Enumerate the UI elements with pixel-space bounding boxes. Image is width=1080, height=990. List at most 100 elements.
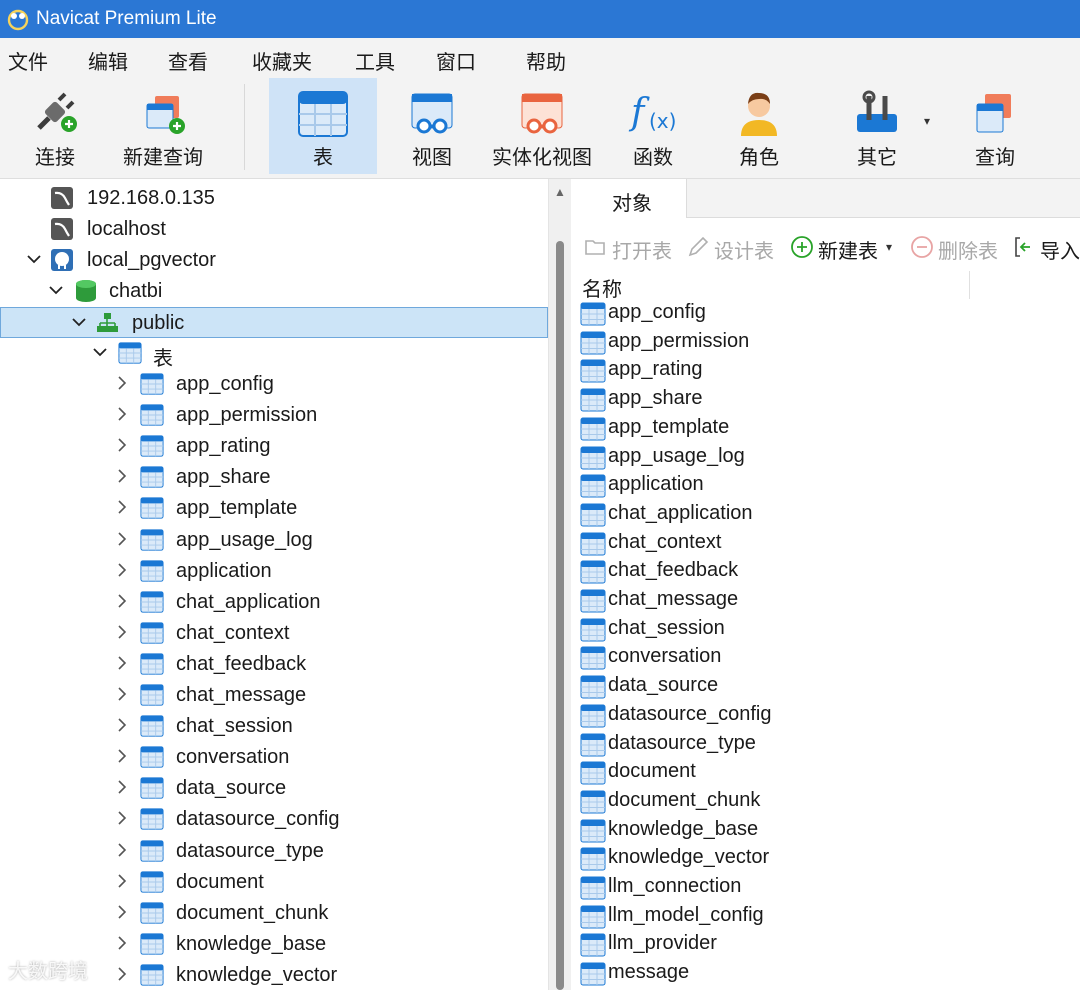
chevron-right-icon[interactable]: [114, 904, 130, 920]
tree-scrollbar[interactable]: ▲: [548, 179, 571, 990]
chevron-right-icon[interactable]: [114, 624, 130, 640]
column-header[interactable]: 名称: [576, 271, 1080, 301]
new-query-button[interactable]: 新建查询: [118, 78, 208, 174]
tree-table-item[interactable]: app_share: [0, 462, 548, 493]
design-table-button[interactable]: 设计表: [686, 233, 778, 263]
object-list-item[interactable]: knowledge_base: [576, 816, 1080, 845]
menu-help[interactable]: 帮助: [526, 46, 566, 75]
object-list-item[interactable]: chat_feedback: [576, 557, 1080, 586]
chevron-right-icon[interactable]: [114, 406, 130, 422]
tree-schema[interactable]: public: [0, 307, 548, 338]
menu-tools[interactable]: 工具: [355, 46, 395, 75]
chevron-right-icon[interactable]: [114, 779, 130, 795]
tree-table-item[interactable]: app_rating: [0, 431, 548, 462]
chevron-down-icon[interactable]: [92, 344, 108, 360]
chevron-right-icon[interactable]: [114, 531, 130, 547]
tree-table-item[interactable]: conversation: [0, 742, 548, 773]
object-list-item[interactable]: app_share: [576, 385, 1080, 414]
menu-file[interactable]: 文件: [8, 46, 48, 75]
chevron-down-icon[interactable]: [48, 282, 64, 298]
menu-favorites[interactable]: 收藏夹: [252, 46, 312, 75]
table-button[interactable]: 表: [269, 78, 377, 174]
chevron-right-icon[interactable]: [114, 375, 130, 391]
delete-table-button[interactable]: 删除表: [910, 233, 1002, 263]
object-list-item[interactable]: document_chunk: [576, 787, 1080, 816]
object-list-item[interactable]: app_permission: [576, 328, 1080, 357]
chevron-right-icon[interactable]: [114, 655, 130, 671]
chevron-right-icon[interactable]: [114, 966, 130, 982]
role-button[interactable]: 角色: [714, 78, 804, 174]
object-list-item[interactable]: datasource_config: [576, 701, 1080, 730]
scrollbar-thumb[interactable]: [556, 241, 564, 990]
new-table-dropdown-icon[interactable]: ▾: [886, 240, 892, 254]
chevron-right-icon[interactable]: [114, 593, 130, 609]
tree-table-item[interactable]: chat_application: [0, 587, 548, 618]
tree-table-item[interactable]: document: [0, 867, 548, 898]
tree-table-item[interactable]: chat_message: [0, 680, 548, 711]
scroll-up-icon[interactable]: ▲: [554, 185, 566, 199]
chevron-down-icon[interactable]: [26, 251, 42, 267]
chevron-right-icon[interactable]: [114, 562, 130, 578]
object-list-item[interactable]: conversation: [576, 643, 1080, 672]
chevron-right-icon[interactable]: [114, 748, 130, 764]
object-list-item[interactable]: app_usage_log: [576, 443, 1080, 472]
tree-connection[interactable]: local_pgvector: [0, 245, 548, 276]
tab-objects[interactable]: 对象: [576, 179, 687, 218]
tree-table-item[interactable]: data_source: [0, 773, 548, 804]
other-button[interactable]: 其它: [832, 78, 922, 174]
object-list-item[interactable]: llm_provider: [576, 930, 1080, 959]
tree-table-item[interactable]: app_config: [0, 369, 548, 400]
tree-tables-group[interactable]: 表: [0, 338, 548, 370]
chevron-right-icon[interactable]: [114, 842, 130, 858]
connection-button[interactable]: 连接: [10, 78, 100, 174]
object-list-item[interactable]: knowledge_vector: [576, 844, 1080, 873]
menu-window[interactable]: 窗口: [436, 46, 476, 75]
object-list-item[interactable]: chat_context: [576, 529, 1080, 558]
import-button[interactable]: 导入: [1012, 233, 1080, 263]
object-list-item[interactable]: app_config: [576, 299, 1080, 328]
chevron-right-icon[interactable]: [114, 686, 130, 702]
object-list-item[interactable]: data_source: [576, 672, 1080, 701]
tree-table-item[interactable]: datasource_type: [0, 836, 548, 867]
tree-connection[interactable]: 192.168.0.135: [0, 183, 548, 214]
object-list-item[interactable]: app_template: [576, 414, 1080, 443]
tree-table-item[interactable]: app_usage_log: [0, 525, 548, 556]
tree-database[interactable]: chatbi: [0, 276, 548, 307]
chevron-right-icon[interactable]: [114, 499, 130, 515]
object-list-item[interactable]: message: [576, 959, 1080, 988]
materialized-view-button[interactable]: 实体化视图: [488, 78, 596, 174]
tree-table-item[interactable]: chat_session: [0, 711, 548, 742]
object-list-item[interactable]: application: [576, 471, 1080, 500]
chevron-right-icon[interactable]: [114, 810, 130, 826]
tree-table-item[interactable]: application: [0, 556, 548, 587]
object-list-item[interactable]: llm_connection: [576, 873, 1080, 902]
menu-edit[interactable]: 编辑: [88, 46, 128, 75]
object-list-item[interactable]: chat_session: [576, 615, 1080, 644]
open-table-button[interactable]: 打开表: [584, 233, 674, 263]
new-table-button[interactable]: 新建表 ▾: [790, 233, 900, 263]
tree-table-item[interactable]: datasource_config: [0, 804, 548, 835]
chevron-down-icon[interactable]: [71, 314, 87, 330]
function-button[interactable]: f (x) 函数: [608, 78, 698, 174]
chevron-right-icon[interactable]: [114, 717, 130, 733]
tree-table-item[interactable]: app_template: [0, 493, 548, 524]
chevron-right-icon[interactable]: [114, 873, 130, 889]
other-dropdown-icon[interactable]: ▾: [924, 114, 930, 128]
column-divider[interactable]: [969, 271, 970, 299]
object-list-item[interactable]: datasource_type: [576, 730, 1080, 759]
tree-connection[interactable]: localhost: [0, 214, 548, 245]
query-button[interactable]: 查询: [950, 78, 1040, 174]
tree-table-item[interactable]: document_chunk: [0, 898, 548, 929]
object-list-item[interactable]: document: [576, 758, 1080, 787]
tree-table-item[interactable]: chat_context: [0, 618, 548, 649]
chevron-right-icon[interactable]: [114, 935, 130, 951]
chevron-right-icon[interactable]: [114, 468, 130, 484]
chevron-right-icon[interactable]: [114, 437, 130, 453]
object-list-item[interactable]: app_rating: [576, 356, 1080, 385]
object-list-item[interactable]: chat_message: [576, 586, 1080, 615]
object-list-item[interactable]: llm_model_config: [576, 902, 1080, 931]
tree-table-item[interactable]: chat_feedback: [0, 649, 548, 680]
view-button[interactable]: 视图: [386, 78, 478, 174]
tree-table-item[interactable]: app_permission: [0, 400, 548, 431]
object-list-item[interactable]: chat_application: [576, 500, 1080, 529]
